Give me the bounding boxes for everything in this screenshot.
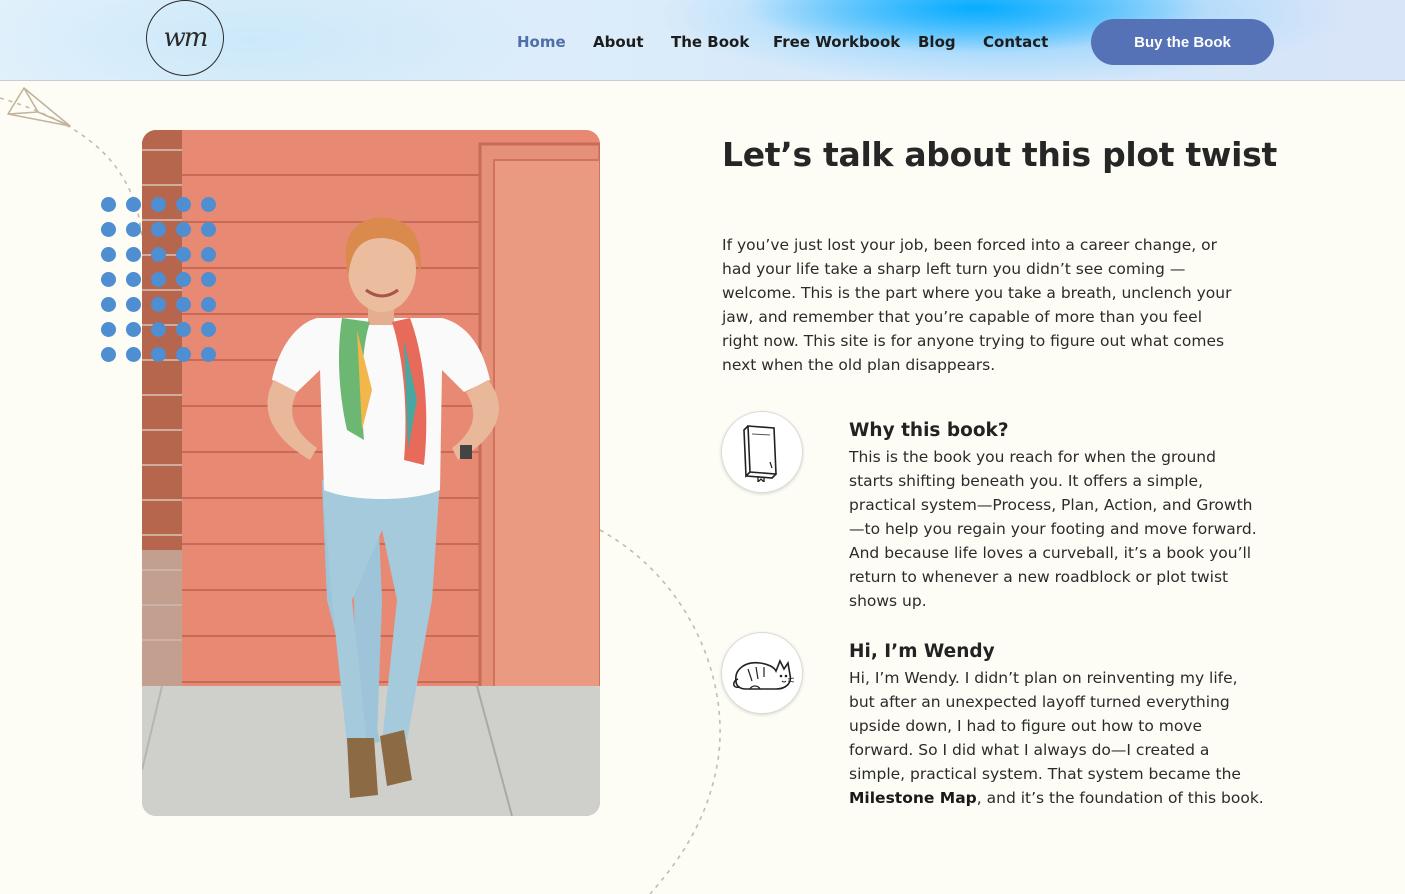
feature-line-rest: , and it’s the foundation of this book. bbox=[976, 789, 1264, 807]
decorative-dot bbox=[201, 272, 216, 287]
feature-text-hi-im-wendy: Hi, I’m Wendy. I didn’t plan on reinvent… bbox=[849, 666, 1279, 810]
decorative-dot bbox=[151, 197, 166, 212]
intro-line: next when the old plan disappears. bbox=[722, 356, 996, 374]
feature-line: return to whenever a new roadblock or pl… bbox=[849, 568, 1229, 586]
decorative-dot bbox=[101, 197, 116, 212]
decorative-dot bbox=[176, 272, 191, 287]
decorative-dot bbox=[151, 222, 166, 237]
feature-line: but after an unexpected layoff turned ev… bbox=[849, 693, 1230, 711]
decorative-dot bbox=[101, 247, 116, 262]
decorative-dot bbox=[126, 347, 141, 362]
feature-line: This is the book you reach for when the … bbox=[849, 448, 1216, 466]
decorative-dot bbox=[151, 347, 166, 362]
feature-line: forward. So I did what I always do—I cre… bbox=[849, 741, 1210, 759]
feature-heading-why-this-book: Why this book? bbox=[849, 420, 1009, 441]
buy-the-book-button[interactable]: Buy the Book bbox=[1091, 19, 1274, 65]
cat-icon bbox=[733, 659, 794, 690]
decorative-dot bbox=[101, 347, 116, 362]
decorative-dot bbox=[201, 297, 216, 312]
decorative-dot bbox=[126, 247, 141, 262]
nav-link-blog[interactable]: Blog bbox=[918, 33, 956, 51]
nav-link-about[interactable]: About bbox=[593, 33, 644, 51]
decorative-dot bbox=[126, 322, 141, 337]
feature-line: Hi, I’m Wendy. I didn’t plan on reinvent… bbox=[849, 669, 1238, 687]
feature-line: simple, practical system. That system be… bbox=[849, 765, 1241, 783]
decorative-dot-grid bbox=[101, 197, 226, 372]
decorative-dot bbox=[151, 297, 166, 312]
decorative-dot bbox=[101, 222, 116, 237]
logo[interactable]: wm bbox=[146, 0, 224, 76]
logo-monogram: wm bbox=[163, 23, 209, 53]
milestone-map-emphasis: Milestone Map bbox=[849, 789, 977, 807]
nav-link-contact[interactable]: Contact bbox=[983, 33, 1048, 51]
decorative-dot bbox=[151, 272, 166, 287]
intro-line: right now. This site is for anyone tryin… bbox=[722, 332, 1225, 350]
feature-text-why-this-book: This is the book you reach for when the … bbox=[849, 445, 1279, 613]
page-title: Let’s talk about this plot twist bbox=[722, 135, 1277, 174]
book-icon-badge bbox=[721, 411, 803, 493]
paper-plane-icon bbox=[7, 87, 71, 127]
decorative-dot bbox=[126, 297, 141, 312]
book-icon bbox=[743, 425, 777, 482]
decorative-dot bbox=[176, 222, 191, 237]
decorative-dot bbox=[151, 247, 166, 262]
feature-line: And because life loves a curveball, it’s… bbox=[849, 544, 1252, 562]
nav-link-free-workbook[interactable]: Free Workbook bbox=[773, 33, 900, 51]
decorative-dot bbox=[201, 222, 216, 237]
decorative-dot bbox=[176, 247, 191, 262]
decorative-dot bbox=[201, 322, 216, 337]
cat-icon-badge bbox=[721, 632, 803, 714]
decorative-dot bbox=[176, 197, 191, 212]
nav-link-home[interactable]: Home bbox=[517, 33, 566, 51]
site-header: wm Home About The Book Free Workbook Blo… bbox=[0, 0, 1405, 81]
nav-link-the-book[interactable]: The Book bbox=[671, 33, 749, 51]
feature-heading-hi-im-wendy: Hi, I’m Wendy bbox=[849, 641, 995, 662]
decorative-dot bbox=[176, 347, 191, 362]
decorative-dot bbox=[101, 322, 116, 337]
decorative-dot bbox=[151, 322, 166, 337]
decorative-dot bbox=[201, 247, 216, 262]
decorative-dot bbox=[176, 322, 191, 337]
feature-line: Milestone Map, and it’s the foundation o… bbox=[849, 786, 1279, 810]
decorative-dot bbox=[201, 347, 216, 362]
feature-line: —to help you regain your footing and mov… bbox=[849, 520, 1257, 538]
feature-line: starts shifting beneath you. It offers a… bbox=[849, 472, 1204, 490]
decorative-dot bbox=[176, 297, 191, 312]
intro-paragraph: If you’ve just lost your job, been force… bbox=[722, 233, 1270, 377]
decorative-dot bbox=[126, 272, 141, 287]
intro-line: welcome. This is the part where you take… bbox=[722, 284, 1232, 302]
decorative-dot bbox=[101, 297, 116, 312]
decorative-dot bbox=[126, 197, 141, 212]
feature-line: upside down, I had to figure out how to … bbox=[849, 717, 1203, 735]
intro-line: had your life take a sharp left turn you… bbox=[722, 260, 1186, 278]
decorative-dot bbox=[101, 272, 116, 287]
intro-line: jaw, and remember that you’re capable of… bbox=[722, 308, 1203, 326]
feature-line: practical system—Process, Plan, Action, … bbox=[849, 496, 1253, 514]
feature-line: shows up. bbox=[849, 592, 927, 610]
decorative-dot bbox=[126, 222, 141, 237]
decorative-dot bbox=[201, 197, 216, 212]
intro-line: If you’ve just lost your job, been force… bbox=[722, 236, 1218, 254]
